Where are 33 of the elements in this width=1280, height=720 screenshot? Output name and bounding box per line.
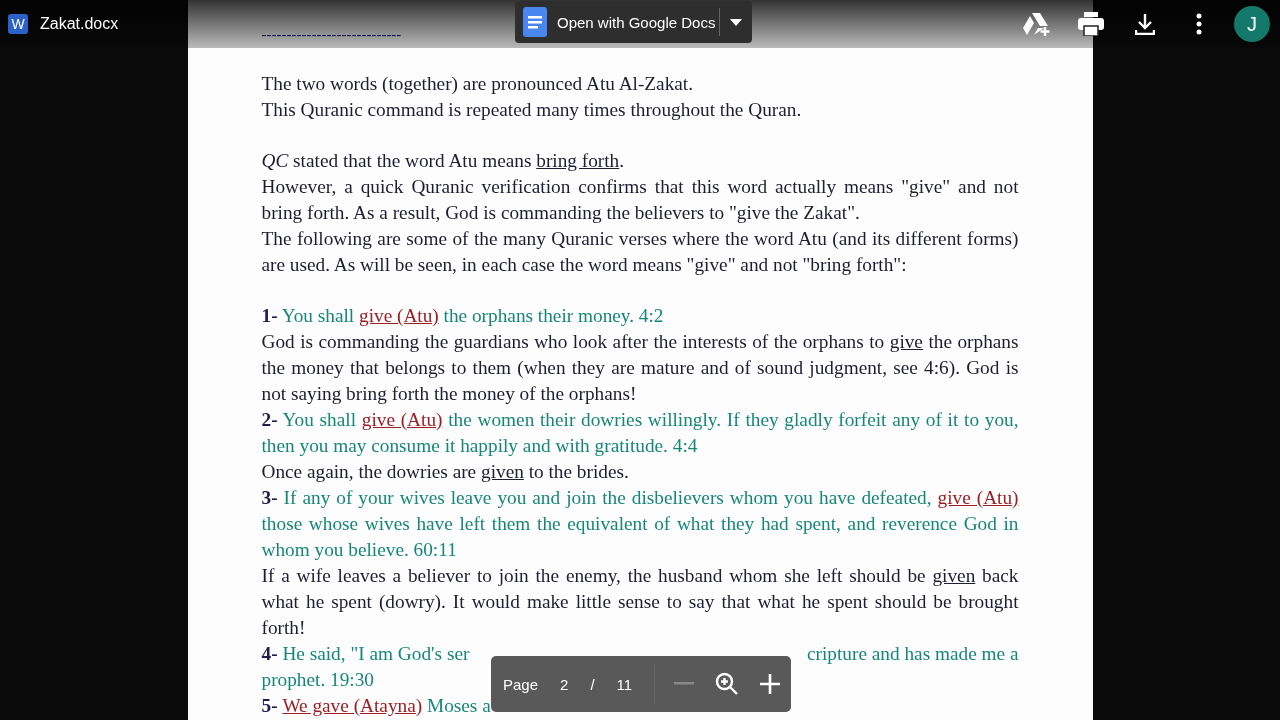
document-icon — [523, 7, 547, 37]
zoom-icon — [715, 672, 740, 696]
minus-icon — [674, 682, 695, 686]
paragraph: God is commanding the guardians who look after the interests of the orphans to give the orphans the money that belongs to them (when they are mature and of sound judgment, see 4:6). God is not saying bring forth the money of the orphans! — [261, 330, 1019, 406]
paragraph: The following are some of the many Quranic verses where the word Atu (and its different forms) are used. As will be seen, in each case the word means "give" and not "bring forth": — [261, 227, 1019, 277]
paragraph: QC stated that the word Atu means bring forth. — [261, 149, 626, 173]
paragraph: This Quranic command is repeated many times throughout the Quran. — [261, 98, 803, 122]
page-label: Page — [503, 675, 539, 693]
download-icon[interactable] — [1135, 13, 1155, 35]
word-file-icon: W — [8, 14, 28, 34]
page-divider-slash: / — [590, 675, 595, 693]
paragraph: 3- If any of your wives leave you and join the disbelievers whom you have defeated, give (Atu) those whose wives have left them the equivalent of what they had spent, and reverence God in whom you believe. 60:11 — [261, 486, 1019, 562]
paragraph: If a wife leaves a believer to join the enemy, the husband whom she left should be given back what he spent (dowry). It would make little sense to say that what he spent should be brought forth! — [261, 564, 1019, 640]
current-page-number[interactable]: 2 — [560, 675, 569, 693]
separator-line: ---------------------------- — [261, 25, 402, 44]
more-menu-icon[interactable] — [1196, 13, 1202, 35]
paragraph: Once again, the dowries are given to the brides. — [261, 460, 630, 484]
paragraph: 2- You shall give (Atu) the women their dowries willingly. If they gladly forfeit any of it to you, then you may consume it happily and with gratitude. 4:4 — [261, 408, 1019, 458]
text-fragment: cripture and has made me a — [807, 642, 1019, 666]
text-fragment: 5- We gave (Atayna) Moses a — [261, 694, 491, 718]
plus-icon — [759, 674, 780, 694]
paragraph: 1- You shall give (Atu) the orphans their money. 4:2 — [261, 304, 665, 328]
paragraph: The two words (together) are pronounced Atu Al-Zakat. — [261, 72, 695, 96]
caret-icon[interactable] — [730, 18, 742, 26]
text-fragment: prophet. 19:30 — [261, 668, 374, 692]
file-name: Zakat.docx — [40, 15, 119, 33]
print-icon[interactable] — [1078, 12, 1104, 36]
drive-add-icon[interactable] — [1023, 11, 1051, 37]
total-pages: 11 — [616, 675, 633, 693]
text-fragment: 4- He said, "I am God's ser — [261, 642, 470, 666]
paragraph: However, a quick Quranic verification confirms that this word actually means "give" and not bring forth. As a result, God is commanding the believers to "give the Zakat". — [261, 175, 1019, 225]
open-with-docs-button[interactable]: Open with Google Docs — [515, 1, 752, 43]
user-avatar[interactable]: J — [1234, 6, 1270, 42]
